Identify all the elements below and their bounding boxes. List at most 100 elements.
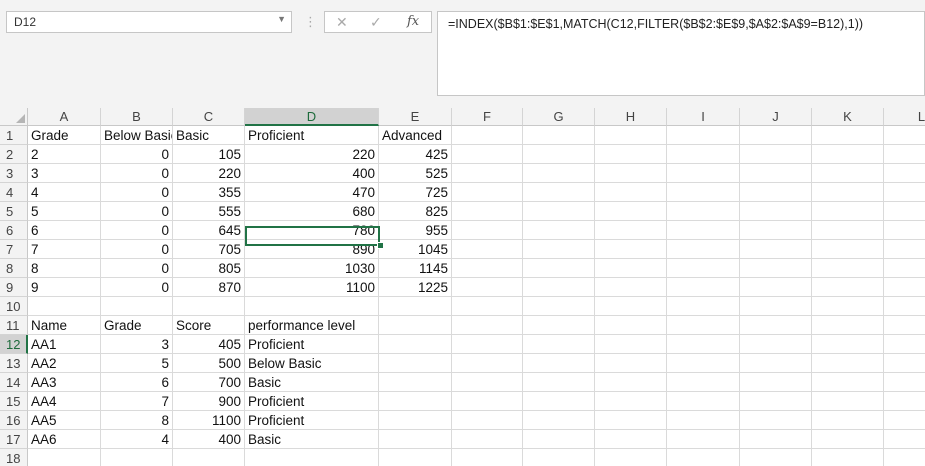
cell-d5[interactable]: 680 (245, 202, 378, 221)
row-header-13[interactable]: 13 (0, 354, 28, 373)
column-header-b[interactable]: B (101, 108, 173, 126)
insert-function-icon[interactable]: fx (407, 14, 419, 29)
cancel-icon[interactable]: ✕ (336, 14, 348, 31)
cell-c7[interactable]: 705 (173, 240, 244, 259)
cell-d11[interactable]: performance level (245, 316, 378, 335)
drag-handle-icon[interactable]: ⋮ (304, 14, 317, 30)
chevron-down-icon[interactable]: ▼ (277, 14, 286, 24)
cell-a5[interactable]: 5 (28, 202, 100, 221)
column-header-d[interactable]: D (245, 108, 379, 126)
cell-b9[interactable]: 0 (101, 278, 172, 297)
row-header-18[interactable]: 18 (0, 449, 28, 466)
row-header-12[interactable]: 12 (0, 335, 28, 354)
column-header-c[interactable]: C (173, 108, 245, 126)
column-header-k[interactable]: K (812, 108, 884, 126)
cell-b7[interactable]: 0 (101, 240, 172, 259)
cell-b4[interactable]: 0 (101, 183, 172, 202)
column-header-j[interactable]: J (740, 108, 812, 126)
row-header-3[interactable]: 3 (0, 164, 28, 183)
cell-c5[interactable]: 555 (173, 202, 244, 221)
cell-c8[interactable]: 805 (173, 259, 244, 278)
cell-e8[interactable]: 1145 (379, 259, 451, 278)
cell-a16[interactable]: AA5 (28, 411, 100, 430)
cell-e7[interactable]: 1045 (379, 240, 451, 259)
cell-e9[interactable]: 1225 (379, 278, 451, 297)
row-header-6[interactable]: 6 (0, 221, 28, 240)
formula-input[interactable]: =INDEX($B$1:$E$1,MATCH(C12,FILTER($B$2:$… (437, 11, 925, 96)
cell-e4[interactable]: 725 (379, 183, 451, 202)
cell-a11[interactable]: Name (28, 316, 100, 335)
cell-d4[interactable]: 470 (245, 183, 378, 202)
cell-a9[interactable]: 9 (28, 278, 100, 297)
cell-e3[interactable]: 525 (379, 164, 451, 183)
cell-d2[interactable]: 220 (245, 145, 378, 164)
cell-a1[interactable]: Grade (28, 126, 100, 145)
row-header-5[interactable]: 5 (0, 202, 28, 221)
cell-a17[interactable]: AA6 (28, 430, 100, 449)
cell-e6[interactable]: 955 (379, 221, 451, 240)
cell-d3[interactable]: 400 (245, 164, 378, 183)
cell-c2[interactable]: 105 (173, 145, 244, 164)
row-header-15[interactable]: 15 (0, 392, 28, 411)
cell-d13[interactable]: Below Basic (245, 354, 378, 373)
cell-b16[interactable]: 8 (101, 411, 172, 430)
fill-handle[interactable] (377, 242, 384, 249)
row-header-8[interactable]: 8 (0, 259, 28, 278)
row-header-11[interactable]: 11 (0, 316, 28, 335)
cell-d8[interactable]: 1030 (245, 259, 378, 278)
row-header-1[interactable]: 1 (0, 126, 28, 145)
cell-c14[interactable]: 700 (173, 373, 244, 392)
row-header-16[interactable]: 16 (0, 411, 28, 430)
cell-a2[interactable]: 2 (28, 145, 100, 164)
row-header-7[interactable]: 7 (0, 240, 28, 259)
column-header-g[interactable]: G (523, 108, 595, 126)
cell-a4[interactable]: 4 (28, 183, 100, 202)
enter-icon[interactable]: ✓ (370, 14, 382, 31)
row-header-10[interactable]: 10 (0, 297, 28, 316)
cell-c15[interactable]: 900 (173, 392, 244, 411)
cell-b3[interactable]: 0 (101, 164, 172, 183)
cell-b13[interactable]: 5 (101, 354, 172, 373)
select-all-button[interactable] (0, 108, 28, 126)
cell-c3[interactable]: 220 (173, 164, 244, 183)
column-header-a[interactable]: A (28, 108, 101, 126)
cell-e5[interactable]: 825 (379, 202, 451, 221)
cell-a12[interactable]: AA1 (28, 335, 100, 354)
cell-a13[interactable]: AA2 (28, 354, 100, 373)
cell-a14[interactable]: AA3 (28, 373, 100, 392)
cell-c16[interactable]: 1100 (173, 411, 244, 430)
cell-d9[interactable]: 1100 (245, 278, 378, 297)
cell-a3[interactable]: 3 (28, 164, 100, 183)
cell-b11[interactable]: Grade (101, 316, 172, 335)
cell-d12[interactable]: Proficient (245, 335, 378, 354)
cell-c11[interactable]: Score (173, 316, 244, 335)
column-header-e[interactable]: E (379, 108, 452, 126)
cell-c4[interactable]: 355 (173, 183, 244, 202)
cell-c12[interactable]: 405 (173, 335, 244, 354)
cell-b8[interactable]: 0 (101, 259, 172, 278)
column-header-i[interactable]: I (667, 108, 740, 126)
cell-b6[interactable]: 0 (101, 221, 172, 240)
cell-c13[interactable]: 500 (173, 354, 244, 373)
cell-d15[interactable]: Proficient (245, 392, 378, 411)
row-header-17[interactable]: 17 (0, 430, 28, 449)
cell-b2[interactable]: 0 (101, 145, 172, 164)
cell-a6[interactable]: 6 (28, 221, 100, 240)
cell-a15[interactable]: AA4 (28, 392, 100, 411)
cell-c9[interactable]: 870 (173, 278, 244, 297)
cell-a8[interactable]: 8 (28, 259, 100, 278)
cell-b1[interactable]: Below Basic (101, 126, 172, 145)
row-header-14[interactable]: 14 (0, 373, 28, 392)
column-header-f[interactable]: F (452, 108, 523, 126)
cell-c1[interactable]: Basic (173, 126, 244, 145)
row-header-9[interactable]: 9 (0, 278, 28, 297)
cell-b14[interactable]: 6 (101, 373, 172, 392)
cell-e2[interactable]: 425 (379, 145, 451, 164)
cell-b5[interactable]: 0 (101, 202, 172, 221)
cell-b17[interactable]: 4 (101, 430, 172, 449)
cell-b12[interactable]: 3 (101, 335, 172, 354)
cell-d17[interactable]: Basic (245, 430, 378, 449)
row-header-2[interactable]: 2 (0, 145, 28, 164)
cell-e1[interactable]: Advanced (379, 126, 451, 145)
cell-c17[interactable]: 400 (173, 430, 244, 449)
